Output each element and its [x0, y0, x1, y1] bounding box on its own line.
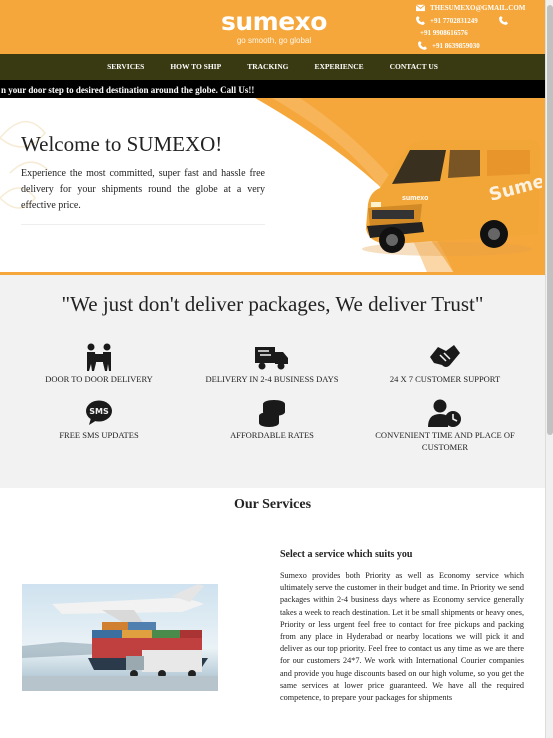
services-subtitle: Select a service which suits you [280, 549, 413, 560]
sms-icon: SMS [86, 400, 112, 425]
main-nav: SERVICES HOW TO SHIP TRACKING EXPERIENCE… [0, 54, 545, 80]
contact-phone-2[interactable]: +91 9908616576 [420, 29, 468, 37]
phone-text-2: +91 9908616576 [420, 29, 468, 37]
nav-experience[interactable]: EXPERIENCE [301, 54, 376, 80]
coins-icon [259, 400, 285, 427]
feature-label: DOOR TO DOOR DELIVERY [45, 374, 153, 384]
feature-door-to-door: DOOR TO DOOR DELIVERY [14, 343, 184, 385]
marquee-ticker: n your door step to desired destination … [0, 80, 545, 98]
feature-sms-updates: SMS FREE SMS UPDATES [14, 399, 184, 441]
feature-label: AFFORDABLE RATES [230, 430, 314, 440]
vertical-scrollbar[interactable] [545, 0, 553, 738]
site-header: sumexo go smooth, go global THESUMEXO@GM… [0, 0, 545, 54]
delivery-van-image: sumexo Sume [362, 140, 542, 256]
hero-section: Welcome to SUMEXO! Experience the most c… [0, 98, 545, 275]
feature-label: CONVENIENT TIME AND PLACE OF CUSTOMER [375, 430, 515, 452]
feature-label: FREE SMS UPDATES [59, 430, 139, 440]
contact-phone-1[interactable]: +91 7702831249 [416, 16, 508, 25]
logo-tagline: go smooth, go global [236, 36, 312, 45]
phone-icon [416, 16, 425, 25]
services-image [22, 584, 218, 691]
logo[interactable]: sumexo go smooth, go global [214, 7, 334, 46]
feature-convenient-time: CONVENIENT TIME AND PLACE OF CUSTOMER [360, 399, 530, 453]
scrollbar-thumb[interactable] [547, 5, 553, 435]
user-clock-icon [428, 399, 461, 427]
phone-icon [418, 41, 427, 50]
services-description: Sumexo provides both Priority as well as… [280, 571, 524, 703]
phone-icon [498, 16, 508, 25]
services-section: Our Services Select a service which suit… [0, 488, 545, 738]
delivery-men-icon [87, 343, 111, 371]
nav-tracking[interactable]: TRACKING [234, 54, 301, 80]
contact-phone-3[interactable]: +91 8639859030 [418, 41, 480, 50]
mail-icon [416, 4, 425, 12]
truck-icon [255, 347, 288, 370]
hero-title: Welcome to SUMEXO! [21, 132, 223, 156]
email-text: THESUMEXO@GMAIL.COM [430, 3, 526, 12]
feature-label: DELIVERY IN 2-4 BUSINESS DAYS [205, 374, 339, 384]
phone-text-3: +91 8639859030 [432, 41, 480, 50]
contact-email[interactable]: THESUMEXO@GMAIL.COM [416, 3, 525, 12]
hero-description: Experience the most committed, super fas… [21, 168, 265, 211]
nav-contact-us[interactable]: CONTACT US [377, 54, 451, 80]
svg-text:sumexo: sumexo [402, 195, 428, 202]
feature-affordable-rates: AFFORDABLE RATES [187, 399, 357, 441]
nav-services[interactable]: SERVICES [94, 54, 157, 80]
services-title: Our Services [233, 497, 312, 512]
svg-text:SMS: SMS [89, 407, 109, 416]
phone-text-1: +91 7702831249 [430, 16, 478, 25]
ticker-text: n your door step to desired destination … [1, 85, 255, 95]
feature-label: 24 X 7 CUSTOMER SUPPORT [389, 374, 501, 384]
features-section: "We just don't deliver packages, We deli… [0, 275, 545, 488]
nav-how-to-ship[interactable]: HOW TO SHIP [157, 54, 234, 80]
features-title: "We just don't deliver packages, We deli… [61, 292, 484, 316]
feature-customer-support: 24 X 7 CUSTOMER SUPPORT [360, 343, 530, 385]
feature-2-4-days: DELIVERY IN 2-4 BUSINESS DAYS [187, 343, 357, 385]
handshake-icon [430, 345, 460, 367]
logo-text: sumexo [221, 7, 327, 36]
divider [21, 224, 265, 225]
